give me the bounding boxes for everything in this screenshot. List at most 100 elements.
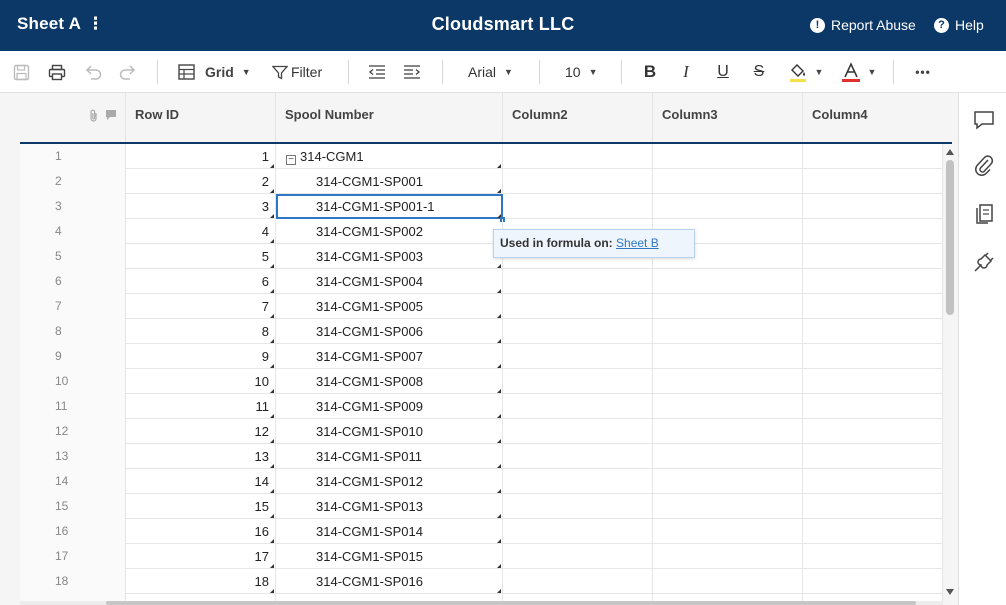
column-header-spool-number[interactable]: Spool Number — [276, 93, 503, 143]
spool-number-cell[interactable]: 314-CGM1-SP006 — [276, 319, 503, 344]
empty-cell[interactable] — [503, 269, 653, 294]
row-number[interactable]: 11 — [20, 394, 126, 419]
spool-number-cell[interactable]: 314-CGM1-SP001-1 — [276, 194, 505, 222]
save-button[interactable] — [10, 51, 32, 93]
font-size-select[interactable]: 10 ▼ — [565, 51, 605, 93]
row-id-cell[interactable]: 11 — [126, 394, 276, 419]
empty-cell[interactable] — [503, 469, 653, 494]
column-header-column4[interactable]: Column4 — [803, 93, 958, 143]
empty-cell[interactable] — [503, 394, 653, 419]
row-id-cell[interactable]: 12 — [126, 419, 276, 444]
row-number[interactable]: 5 — [20, 244, 126, 269]
empty-cell[interactable] — [803, 319, 943, 344]
empty-cell[interactable] — [653, 544, 803, 569]
empty-cell[interactable] — [653, 169, 803, 194]
empty-cell[interactable] — [503, 294, 653, 319]
empty-cell[interactable] — [503, 569, 653, 594]
empty-cell[interactable] — [503, 494, 653, 519]
help-link[interactable]: ? Help — [934, 17, 984, 33]
row-id-cell[interactable]: 5 — [126, 244, 276, 269]
empty-cell[interactable] — [653, 494, 803, 519]
font-family-select[interactable]: Arial ▼ — [468, 51, 524, 93]
column-header-column2[interactable]: Column2 — [503, 93, 653, 143]
spool-number-cell[interactable]: 314-CGM1-SP007 — [276, 344, 503, 369]
row-number[interactable]: 16 — [20, 519, 126, 544]
sheet-b-link[interactable]: Sheet B — [616, 236, 659, 250]
report-abuse-link[interactable]: ! Report Abuse — [810, 17, 916, 33]
spool-number-cell[interactable]: 314-CGM1-SP012 — [276, 469, 503, 494]
spool-number-cell[interactable]: 314-CGM1-SP009 — [276, 394, 503, 419]
empty-cell[interactable] — [803, 194, 943, 219]
empty-cell[interactable] — [803, 394, 943, 419]
empty-cell[interactable] — [803, 419, 943, 444]
indent-button[interactable] — [401, 51, 423, 93]
empty-cell[interactable] — [653, 144, 803, 169]
empty-cell[interactable] — [653, 194, 803, 219]
empty-cell[interactable] — [653, 444, 803, 469]
empty-cell[interactable] — [803, 519, 943, 544]
filter-button[interactable]: Filter — [272, 51, 328, 93]
empty-cell[interactable] — [803, 569, 943, 594]
spool-number-cell[interactable]: 314-CGM1-SP011 — [276, 444, 503, 469]
empty-cell[interactable] — [803, 369, 943, 394]
row-id-cell[interactable]: 10 — [126, 369, 276, 394]
spool-number-cell[interactable]: 314-CGM1-SP002 — [276, 219, 503, 244]
view-switcher[interactable]: Grid ▼ — [178, 51, 254, 93]
row-id-cell[interactable]: 15 — [126, 494, 276, 519]
empty-cell[interactable] — [803, 469, 943, 494]
empty-cell[interactable] — [653, 369, 803, 394]
summary-button[interactable] — [973, 203, 995, 225]
row-number[interactable]: 15 — [20, 494, 126, 519]
spool-number-cell[interactable]: 314-CGM1-SP015 — [276, 544, 503, 569]
row-number[interactable]: 10 — [20, 369, 126, 394]
row-number[interactable]: 18 — [20, 569, 126, 594]
empty-cell[interactable] — [803, 294, 943, 319]
row-number[interactable]: 14 — [20, 469, 126, 494]
empty-cell[interactable] — [803, 169, 943, 194]
row-number[interactable]: 2 — [20, 169, 126, 194]
undo-button[interactable] — [82, 51, 104, 93]
outdent-button[interactable] — [366, 51, 388, 93]
connections-button[interactable] — [973, 251, 995, 273]
underline-button[interactable]: U — [713, 51, 733, 93]
row-id-cell[interactable]: 6 — [126, 269, 276, 294]
empty-cell[interactable] — [803, 144, 943, 169]
empty-cell[interactable] — [803, 444, 943, 469]
spool-number-cell[interactable]: 314-CGM1-SP008 — [276, 369, 503, 394]
column-header-column3[interactable]: Column3 — [653, 93, 803, 143]
empty-cell[interactable] — [653, 319, 803, 344]
row-number[interactable]: 7 — [20, 294, 126, 319]
row-id-cell[interactable]: 13 — [126, 444, 276, 469]
spool-number-cell[interactable]: 314-CGM1-SP010 — [276, 419, 503, 444]
column-header-row-id[interactable]: Row ID — [126, 93, 276, 143]
spool-number-cell[interactable]: 314-CGM1-SP013 — [276, 494, 503, 519]
empty-cell[interactable] — [653, 519, 803, 544]
row-number[interactable]: 8 — [20, 319, 126, 344]
spool-number-cell[interactable]: 314-CGM1-SP014 — [276, 519, 503, 544]
empty-cell[interactable] — [803, 344, 943, 369]
empty-cell[interactable] — [653, 294, 803, 319]
more-options-button[interactable]: ••• — [911, 51, 935, 93]
row-id-cell[interactable]: 9 — [126, 344, 276, 369]
row-id-cell[interactable]: 18 — [126, 569, 276, 594]
empty-cell[interactable] — [803, 494, 943, 519]
text-color-button[interactable]: ▼ — [840, 51, 878, 93]
fill-color-button[interactable]: ▼ — [786, 51, 826, 93]
row-number[interactable]: 13 — [20, 444, 126, 469]
row-id-cell[interactable]: 4 — [126, 219, 276, 244]
row-number[interactable]: 4 — [20, 219, 126, 244]
comments-button[interactable] — [973, 109, 995, 131]
horizontal-scroll-thumb[interactable] — [106, 601, 916, 605]
empty-cell[interactable] — [803, 219, 943, 244]
sheet-menu-icon[interactable]: ⋮ — [87, 14, 104, 34]
empty-cell[interactable] — [503, 169, 653, 194]
empty-cell[interactable] — [503, 519, 653, 544]
spool-number-cell[interactable]: −314-CGM1 — [276, 144, 503, 169]
empty-cell[interactable] — [503, 194, 653, 219]
empty-cell[interactable] — [503, 544, 653, 569]
row-id-cell[interactable]: 2 — [126, 169, 276, 194]
spool-number-cell[interactable]: 314-CGM1-SP001 — [276, 169, 503, 194]
strikethrough-button[interactable]: S — [749, 51, 769, 93]
empty-cell[interactable] — [803, 269, 943, 294]
attachments-button[interactable] — [973, 155, 995, 177]
